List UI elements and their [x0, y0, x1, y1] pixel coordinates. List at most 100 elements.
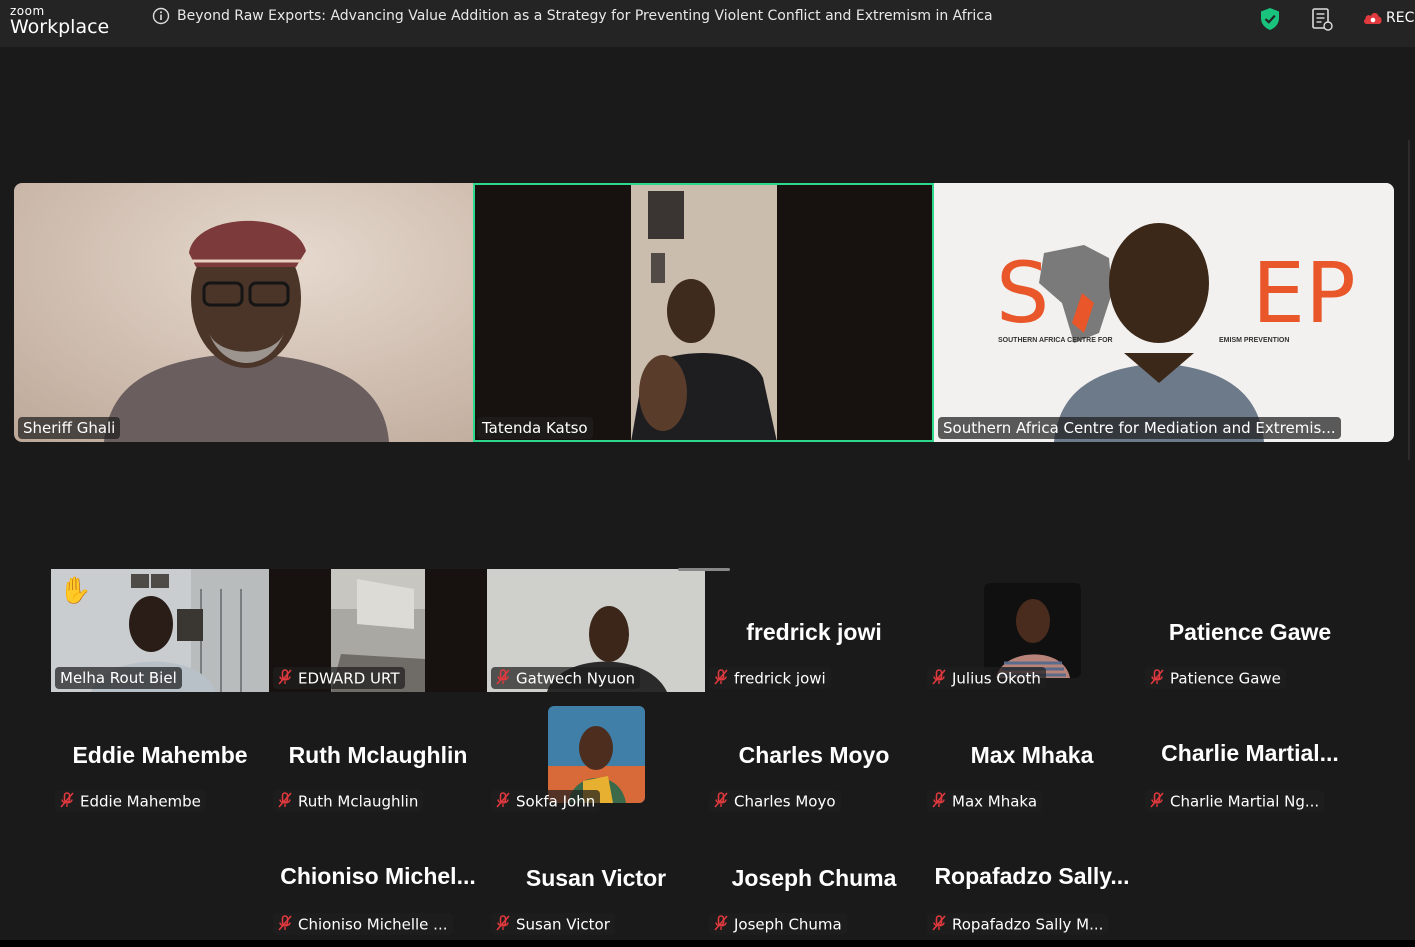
title-bar: zoom Workplace Beyond Raw Exports: Advan… — [0, 0, 1415, 47]
video-tile-charles-moyo[interactable]: Charles Moyo Charles Moyo — [705, 692, 923, 815]
participant-name-muted: fredrick jowi — [709, 666, 831, 689]
participant-display-name: Eddie Mahembe — [72, 742, 248, 768]
video-tile-southern-africa-centre[interactable]: S EP SOUTHERN AFRICA CENTRE FOR EMISM PR… — [934, 183, 1394, 442]
organization-logo-left: S — [996, 244, 1050, 342]
muted-mic-icon — [496, 914, 510, 931]
participant-display-name: Joseph Chuma — [731, 865, 897, 891]
video-tile-julius-okoth[interactable]: Julius Okoth — [923, 569, 1141, 692]
document-icon[interactable] — [1311, 7, 1333, 31]
muted-mic-icon — [714, 791, 728, 808]
muted-mic-icon — [60, 791, 74, 808]
meeting-title: Beyond Raw Exports: Advancing Value Addi… — [177, 8, 993, 24]
video-tile-sheriff-ghali[interactable]: Sheriff Ghali — [14, 183, 473, 442]
muted-mic-icon — [932, 668, 946, 685]
muted-mic-icon — [278, 668, 292, 685]
participant-video — [14, 183, 473, 442]
video-tile-eddie-mahembe[interactable]: Eddie Mahembe Eddie Mahembe — [51, 692, 269, 815]
participant-display-name: Susan Victor — [525, 865, 667, 891]
participant-name: Tatenda Katso — [477, 417, 593, 439]
participant-name: Patience Gawe — [1170, 669, 1281, 687]
participant-display-name: Chioniso Michel... — [280, 863, 476, 889]
participant-name: fredrick jowi — [734, 669, 826, 687]
video-tile-joseph-chuma[interactable]: Joseph Chuma Joseph Chuma — [705, 815, 923, 938]
organization-caption-left: SOUTHERN AFRICA CENTRE FOR — [998, 337, 1113, 344]
encryption-shield-icon[interactable] — [1259, 7, 1281, 31]
participant-name-muted: Charlie Martial Ng... — [1145, 789, 1325, 812]
muted-mic-icon — [496, 668, 510, 685]
participant-name: Charlie Martial Ng... — [1170, 792, 1320, 810]
participant-name: Julius Okoth — [952, 669, 1041, 687]
cloud-record-icon — [1363, 12, 1382, 24]
profile-picture — [984, 583, 1081, 678]
participant-name-muted: Ruth Mclaughlin — [273, 789, 424, 812]
muted-mic-icon — [1150, 668, 1164, 685]
video-tile-melha-rout-biel[interactable]: ✋ Melha Rout Biel — [51, 569, 269, 692]
participant-name: Max Mhaka — [952, 792, 1038, 810]
info-icon[interactable] — [152, 7, 170, 25]
record-label: REC — [1386, 9, 1415, 26]
video-tile-ropafadzo-sally[interactable]: Ropafadzo Sally... Ropafadzo Sally M... — [923, 815, 1141, 938]
participant-video — [473, 183, 934, 442]
bottom-edge — [0, 940, 1415, 947]
participant-display-name: Charlie Martial... — [1161, 740, 1339, 766]
video-tile-ruth-mclaughlin[interactable]: Ruth Mclaughlin Ruth Mclaughlin — [269, 692, 487, 815]
participant-name-muted: Sokfa John — [491, 789, 601, 812]
participant-display-name: Max Mhaka — [970, 742, 1094, 768]
video-tile-susan-victor[interactable]: Susan Victor Susan Victor — [487, 815, 705, 938]
muted-mic-icon — [932, 914, 946, 931]
organization-caption-right: EMISM PREVENTION — [1219, 337, 1290, 344]
organization-logo-right: EP — [1252, 244, 1356, 342]
raised-hand-icon: ✋ — [59, 575, 92, 605]
participant-name-muted: Eddie Mahembe — [55, 789, 206, 812]
muted-mic-icon — [278, 791, 292, 808]
participant-display-name: Ruth Mclaughlin — [288, 742, 468, 768]
participant-name: Chioniso Michelle ... — [298, 915, 448, 933]
participant-name-muted: Max Mhaka — [927, 789, 1043, 812]
participant-name: Ruth Mclaughlin — [298, 792, 419, 810]
zoom-logo: zoom Workplace — [10, 5, 109, 37]
video-tile-gatwech-nyuon[interactable]: Gatwech Nyuon — [487, 569, 705, 692]
participant-display-name: Patience Gawe — [1168, 619, 1332, 645]
participant-display-name: Ropafadzo Sally... — [934, 863, 1130, 889]
video-tile-edward-urt[interactable]: EDWARD URT — [269, 569, 487, 692]
participant-name: Sokfa John — [516, 792, 596, 810]
muted-mic-icon — [496, 791, 510, 808]
muted-mic-icon — [714, 668, 728, 685]
scrollbar[interactable] — [1408, 140, 1410, 460]
participant-name-muted: Julius Okoth — [927, 666, 1046, 689]
video-tile-fredrick-jowi[interactable]: fredrick jowi fredrick jowi — [705, 569, 923, 692]
muted-mic-icon — [714, 914, 728, 931]
participant-name-muted: Ropafadzo Sally M... — [927, 912, 1109, 935]
participant-name-muted: Joseph Chuma — [709, 912, 847, 935]
profile-picture — [548, 706, 645, 803]
participant-name-muted: Patience Gawe — [1145, 666, 1286, 689]
participant-display-name: Charles Moyo — [738, 742, 890, 768]
participant-name: Joseph Chuma — [734, 915, 842, 933]
participant-name-muted: Gatwech Nyuon — [491, 666, 641, 689]
participant-name: Melha Rout Biel — [55, 667, 182, 689]
participant-name: Ropafadzo Sally M... — [952, 915, 1104, 933]
participant-name: EDWARD URT — [298, 669, 400, 687]
participant-display-name: fredrick jowi — [746, 619, 882, 645]
participant-name: Southern Africa Centre for Mediation and… — [938, 417, 1341, 439]
brand-large: Workplace — [10, 16, 110, 38]
participant-name-muted: Susan Victor — [491, 912, 615, 935]
video-tile-sokfa-john[interactable]: Sokfa John — [487, 692, 705, 815]
muted-mic-icon — [932, 791, 946, 808]
video-tile-charlie-martial[interactable]: Charlie Martial... Charlie Martial Ng... — [1141, 692, 1359, 815]
participant-name: Eddie Mahembe — [80, 792, 201, 810]
participant-name: Charles Moyo — [734, 792, 836, 810]
participant-name-muted: EDWARD URT — [273, 666, 405, 689]
participant-name: Sheriff Ghali — [18, 417, 121, 439]
video-tile-chioniso-michelle[interactable]: Chioniso Michel... Chioniso Michelle ... — [269, 815, 487, 938]
muted-mic-icon — [1150, 791, 1164, 808]
participant-name-muted: Charles Moyo — [709, 789, 841, 812]
participant-name: Gatwech Nyuon — [516, 669, 636, 687]
muted-mic-icon — [278, 914, 292, 931]
video-tile-max-mhaka[interactable]: Max Mhaka Max Mhaka — [923, 692, 1141, 815]
participant-name: Susan Victor — [516, 915, 610, 933]
video-tile-patience-gawe[interactable]: Patience Gawe Patience Gawe — [1141, 569, 1359, 692]
participant-name-muted: Chioniso Michelle ... — [273, 912, 453, 935]
video-tile-tatenda-katso[interactable]: Tatenda Katso — [473, 183, 934, 442]
record-button[interactable]: REC — [1362, 9, 1414, 29]
